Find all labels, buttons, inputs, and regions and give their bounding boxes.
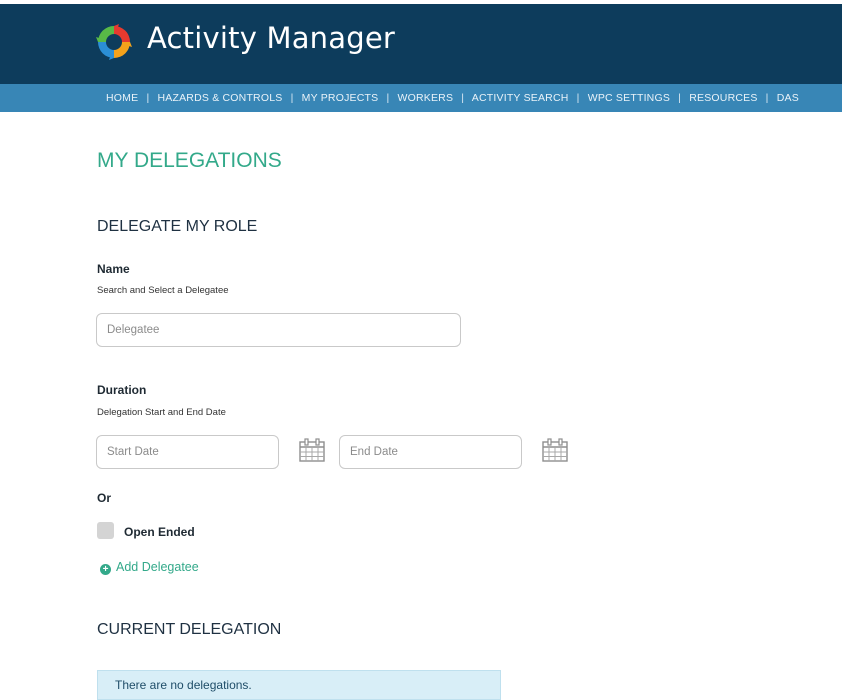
delegatee-input[interactable]	[96, 313, 461, 347]
open-ended-label[interactable]: Open Ended	[124, 525, 195, 539]
page-title: MY DELEGATIONS	[97, 149, 282, 172]
nav-separator: |	[386, 92, 390, 104]
no-delegations-message: There are no delegations.	[115, 678, 252, 692]
nav-hazards-controls[interactable]: HAZARDS & CONTROLS	[158, 92, 283, 104]
nav-wpc-settings[interactable]: WPC SETTINGS	[588, 92, 670, 104]
app-title: Activity Manager	[147, 21, 395, 55]
nav-separator: |	[146, 92, 150, 104]
nav-items: HOME | HAZARDS & CONTROLS | MY PROJECTS …	[106, 92, 799, 104]
app-logo-icon	[96, 24, 132, 60]
nav-workers[interactable]: WORKERS	[398, 92, 454, 104]
current-delegation-title: CURRENT DELEGATION	[97, 621, 282, 638]
open-ended-checkbox[interactable]	[97, 522, 114, 539]
nav-separator: |	[461, 92, 465, 104]
nav-separator: |	[765, 92, 769, 104]
nav-home[interactable]: HOME	[106, 92, 138, 104]
nav-activity-search[interactable]: ACTIVITY SEARCH	[472, 92, 569, 104]
main-nav: HOME | HAZARDS & CONTROLS | MY PROJECTS …	[0, 84, 842, 112]
delegate-section-title: DELEGATE MY ROLE	[97, 218, 258, 235]
duration-label: Duration	[97, 383, 147, 397]
duration-help-text: Delegation Start and End Date	[97, 407, 226, 418]
start-date-input[interactable]	[96, 435, 279, 469]
add-delegatee-link[interactable]: + Add Delegatee	[100, 560, 199, 575]
name-help-text: Search and Select a Delegatee	[97, 285, 229, 296]
nav-separator: |	[678, 92, 682, 104]
start-date-calendar-icon[interactable]	[299, 438, 325, 462]
nav-resources[interactable]: RESOURCES	[689, 92, 757, 104]
add-delegatee-label: Add Delegatee	[116, 560, 199, 574]
nav-separator: |	[290, 92, 294, 104]
name-label: Name	[97, 262, 130, 276]
nav-my-projects[interactable]: MY PROJECTS	[302, 92, 379, 104]
nav-separator: |	[576, 92, 580, 104]
plus-circle-icon: +	[100, 564, 111, 575]
no-delegations-alert: There are no delegations.	[97, 670, 501, 700]
end-date-calendar-icon[interactable]	[542, 438, 568, 462]
nav-dashboard[interactable]: DAS	[777, 92, 799, 104]
end-date-input[interactable]	[339, 435, 522, 469]
or-label: Or	[97, 491, 112, 505]
app-header: Activity Manager	[0, 4, 842, 84]
